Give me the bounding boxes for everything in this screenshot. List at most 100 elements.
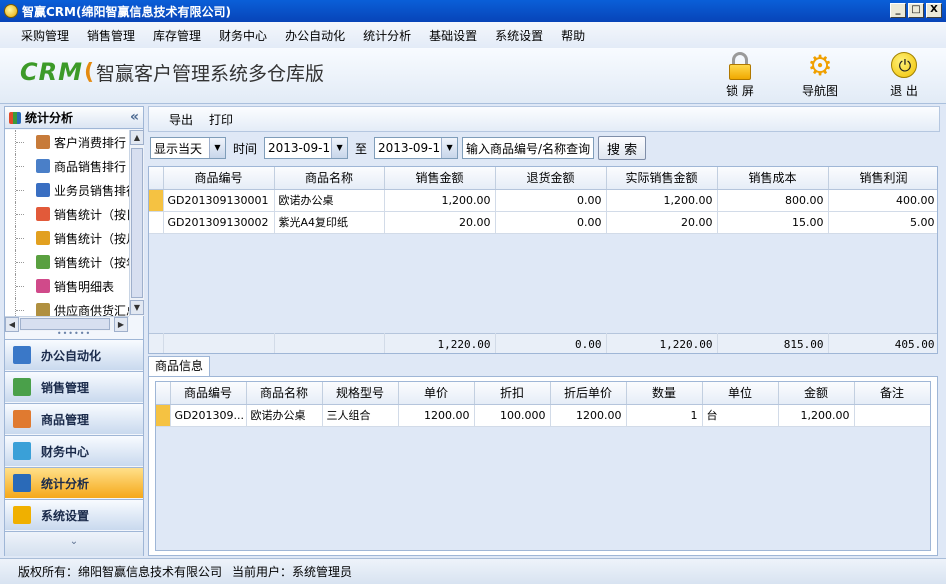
menu-system-settings[interactable]: 系统设置	[486, 27, 552, 44]
tree-vertical-scrollbar[interactable]: ▲ ▼	[129, 130, 144, 316]
column-header[interactable]: 销售利润	[828, 167, 937, 190]
chevron-down-icon[interactable]: ▼	[441, 138, 458, 158]
export-button[interactable]: 导出	[161, 111, 201, 128]
tree-item[interactable]: 销售统计（按日）	[15, 202, 129, 226]
tree-item[interactable]: 销售统计（按月）	[15, 226, 129, 250]
grid-empty-area	[149, 235, 937, 333]
scroll-down-icon[interactable]: ▼	[130, 300, 144, 315]
tree-item[interactable]: 供应商供货汇总	[15, 298, 129, 316]
lock-screen-button[interactable]: 锁 屏	[712, 52, 768, 99]
nav-button[interactable]: 商品管理	[5, 403, 143, 434]
close-button[interactable]: X	[926, 3, 942, 18]
minimize-button[interactable]: _	[890, 3, 906, 18]
chevron-down-icon[interactable]: ▼	[209, 138, 225, 158]
column-header[interactable]: 单位	[702, 382, 779, 405]
product-search-input[interactable]: 输入商品编号/名称查询	[462, 137, 595, 159]
column-header[interactable]: 折扣	[474, 382, 551, 405]
tree-item-label: 销售统计（按年）	[54, 255, 129, 270]
maximize-button[interactable]: □	[908, 3, 924, 18]
table-row[interactable]: GD201309... 欧诺办公桌 三人组合 1200.00 100.000 1200.0…	[156, 404, 930, 427]
tree-item[interactable]: 客户消费排行	[15, 130, 129, 154]
column-header[interactable]: 商品名称	[246, 382, 323, 405]
supplier-icon	[36, 303, 50, 316]
column-header[interactable]: 商品编号	[170, 382, 247, 405]
menu-purchase[interactable]: 采购管理	[12, 27, 78, 44]
column-header[interactable]: 销售成本	[717, 167, 829, 190]
cell-actual: 1,200.00	[606, 189, 718, 212]
total-actual-sales: 1,220.00	[606, 333, 718, 353]
nav-overflow-chevron-icon[interactable]: ⌄	[5, 531, 143, 556]
menu-office[interactable]: 办公自动化	[276, 27, 354, 44]
navigation-map-label: 导航图	[801, 84, 838, 98]
nav-button[interactable]: 系统设置	[5, 499, 143, 530]
column-header[interactable]: 折后单价	[550, 382, 627, 405]
tree-item[interactable]: 销售明细表	[15, 274, 129, 298]
status-bar: 版权所有：绵阳智赢信息技术有限公司 当前用户：系统管理员	[0, 558, 946, 584]
scroll-left-icon[interactable]: ◀	[5, 317, 19, 332]
nav-button-label: 办公自动化	[41, 348, 102, 363]
stats-icon	[9, 111, 21, 124]
date-to-picker[interactable]: 2013-09-13 ▼	[374, 137, 459, 159]
scroll-thumb[interactable]	[131, 148, 143, 298]
column-header[interactable]: 商品编号	[163, 167, 275, 190]
tree-item[interactable]: 业务员销售排行	[15, 178, 129, 202]
cell-price: 1200.00	[398, 404, 475, 427]
panel-splitter-grip[interactable]: ••••••	[5, 330, 143, 339]
window-controls: _ □ X	[890, 3, 942, 18]
column-header[interactable]: 备注	[854, 382, 930, 405]
tree-item[interactable]: 销售统计（按年）	[15, 250, 129, 274]
cell-sales: 1,200.00	[384, 189, 496, 212]
window-titlebar[interactable]: 智赢CRM(绵阳智赢信息技术有限公司) _ □ X	[0, 0, 946, 22]
tree-item-label: 业务员销售排行	[54, 183, 129, 198]
collapse-icon[interactable]: «	[130, 109, 139, 125]
exit-button[interactable]: 退 出	[876, 52, 932, 99]
settings-icon	[13, 506, 31, 524]
lock-icon	[726, 52, 754, 80]
tree-item[interactable]: 商品销售排行	[15, 154, 129, 178]
date-range-value: 显示当天	[154, 141, 203, 156]
menu-sales[interactable]: 销售管理	[78, 27, 144, 44]
menu-statistics[interactable]: 统计分析	[354, 27, 420, 44]
table-row[interactable]: GD201309130002 紫光A4复印纸 20.00 0.00 20.00 15.00…	[149, 211, 937, 234]
cell-cost: 15.00	[717, 211, 829, 234]
date-from-picker[interactable]: 2013-09-13 ▼	[264, 137, 349, 159]
row-indicator	[149, 211, 164, 234]
nav-button[interactable]: 办公自动化	[5, 339, 143, 370]
menu-basic-settings[interactable]: 基础设置	[420, 27, 486, 44]
nav-button[interactable]: 财务中心	[5, 435, 143, 466]
menu-finance[interactable]: 财务中心	[210, 27, 276, 44]
column-header[interactable]: 退货金额	[495, 167, 607, 190]
tab-product-info[interactable]: 商品信息	[148, 356, 211, 376]
nav-button-label: 财务中心	[41, 444, 90, 459]
column-header[interactable]: 销售金额	[384, 167, 496, 190]
cell-amount: 1,200.00	[778, 404, 855, 427]
column-header[interactable]: 规格型号	[322, 382, 399, 405]
menu-help[interactable]: 帮助	[552, 27, 594, 44]
scroll-right-icon[interactable]: ▶	[114, 317, 128, 332]
nav-button[interactable]: 销售管理	[5, 371, 143, 402]
column-header[interactable]: 单价	[398, 382, 475, 405]
table-row[interactable]: GD201309130001 欧诺办公桌 1,200.00 0.00 1,200.00 8…	[149, 189, 937, 212]
nav-button-label: 销售管理	[41, 380, 90, 395]
navigation-map-button[interactable]: ⚙ 导航图	[792, 52, 848, 99]
column-header[interactable]: 金额	[778, 382, 855, 405]
search-button[interactable]: 搜 索	[598, 136, 647, 160]
cell-discount: 100.000	[474, 404, 551, 427]
tree-item-label: 商品销售排行	[54, 159, 127, 174]
column-header[interactable]: 数量	[626, 382, 703, 405]
report-icon	[36, 279, 50, 293]
date-range-select[interactable]: 显示当天 ▼	[150, 137, 226, 159]
menu-inventory[interactable]: 库存管理	[144, 27, 210, 44]
nav-button-label: 统计分析	[41, 476, 90, 491]
chevron-down-icon[interactable]: ▼	[331, 138, 348, 158]
total-returns: 0.00	[495, 333, 607, 353]
nav-button[interactable]: 统计分析	[5, 467, 143, 498]
scroll-up-icon[interactable]: ▲	[130, 130, 144, 145]
column-header[interactable]: 实际销售金额	[606, 167, 718, 190]
nav-button-label: 系统设置	[41, 508, 90, 523]
cell-name: 欧诺办公桌	[246, 404, 323, 427]
column-header[interactable]: 商品名称	[274, 167, 385, 190]
cell-cost: 800.00	[717, 189, 829, 212]
print-button[interactable]: 打印	[201, 111, 241, 128]
product-icon	[36, 159, 50, 173]
